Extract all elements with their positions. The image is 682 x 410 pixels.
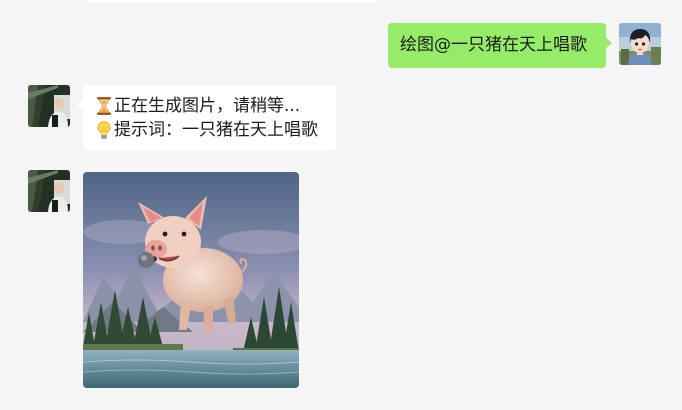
flying-singing-pig-image-icon [83, 172, 299, 388]
prompt-text: 提示词：一只猪在天上唱歌 [114, 120, 318, 140]
bot-message-bubble[interactable]: 正在生成图片，请稍等... 提示词：一只猪在天上唱歌 [77, 85, 336, 150]
bot-avatar[interactable] [28, 170, 70, 212]
bubble-tail [605, 37, 612, 49]
bubble-tail [77, 99, 84, 111]
bot-avatar[interactable] [28, 85, 70, 127]
message-line-prompt: 提示词：一只猪在天上唱歌 [95, 118, 324, 142]
user-avatar[interactable] [619, 23, 661, 65]
previous-message-bubble [84, 0, 380, 2]
user-message-bubble[interactable]: 绘图@一只猪在天上唱歌 [388, 23, 612, 68]
generated-image-message[interactable] [83, 172, 299, 388]
message-line-status: 正在生成图片，请稍等... [95, 94, 324, 118]
bot-photo-avatar-icon [28, 170, 70, 212]
anime-boy-avatar-icon [619, 23, 661, 65]
user-message-text: 绘图@一只猪在天上唱歌 [400, 35, 587, 55]
lightbulb-icon [97, 121, 111, 139]
status-text: 正在生成图片，请稍等... [114, 96, 301, 116]
bot-photo-avatar-icon [28, 85, 70, 127]
hourglass-icon [97, 97, 111, 115]
